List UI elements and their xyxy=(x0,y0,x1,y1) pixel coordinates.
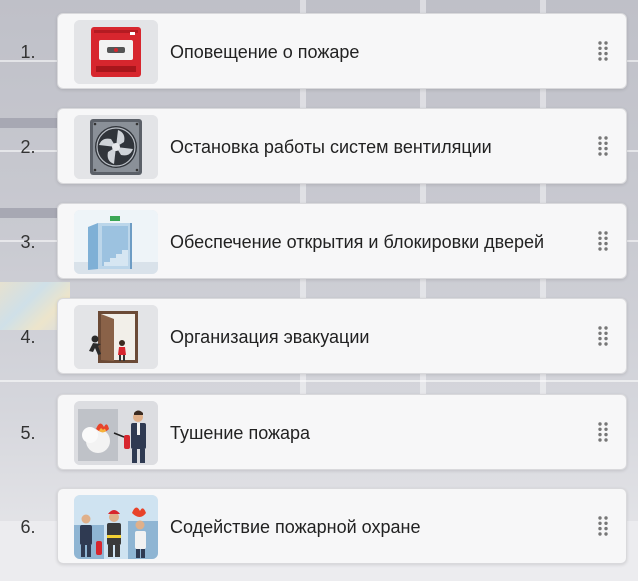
drag-handle-icon[interactable] xyxy=(598,326,608,346)
item-label: Обеспечение открытия и блокировки дверей xyxy=(170,232,545,252)
sortable-item[interactable]: Организация эвакуации xyxy=(57,298,627,374)
item-number: 5. xyxy=(20,423,36,443)
drag-handle-icon[interactable] xyxy=(598,231,608,251)
drag-handle-icon[interactable] xyxy=(598,422,608,442)
item-label: Организация эвакуации xyxy=(170,327,370,347)
ventilation-fan-icon xyxy=(74,115,158,179)
item-number: 6. xyxy=(20,517,36,537)
sortable-item[interactable]: Тушение пожара xyxy=(57,394,627,470)
sortable-item[interactable]: Остановка работы систем вентиляции xyxy=(57,108,627,184)
drag-handle-icon[interactable] xyxy=(598,136,608,156)
item-label: Тушение пожара xyxy=(170,423,311,443)
item-label: Содействие пожарной охране xyxy=(170,517,421,537)
exit-door-icon xyxy=(74,210,158,274)
item-label: Оповещение о пожаре xyxy=(170,42,360,62)
fire-extinguishing-icon xyxy=(74,401,158,465)
item-number: 1. xyxy=(20,42,36,62)
evacuation-icon xyxy=(74,305,158,369)
drag-handle-icon[interactable] xyxy=(598,516,608,536)
item-number: 2. xyxy=(20,137,36,157)
item-number: 4. xyxy=(20,327,36,347)
sortable-item[interactable]: Обеспечение открытия и блокировки дверей xyxy=(57,203,627,279)
item-label: Остановка работы систем вентиляции xyxy=(170,137,492,157)
fire-alarm-icon xyxy=(74,20,158,84)
drag-handle-icon[interactable] xyxy=(598,41,608,61)
sortable-item[interactable]: Оповещение о пожаре xyxy=(57,13,627,89)
sortable-item[interactable]: Содействие пожарной охране xyxy=(57,488,627,564)
firefighters-icon xyxy=(74,495,158,559)
item-number: 3. xyxy=(20,232,36,252)
